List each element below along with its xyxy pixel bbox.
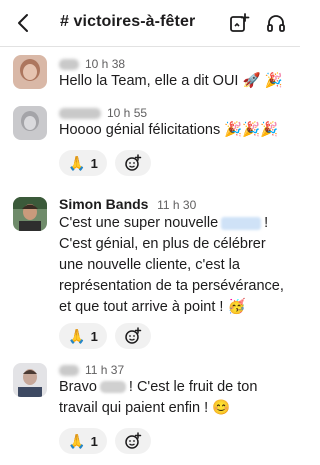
redacted-mention[interactable] [221, 216, 262, 230]
message-text-part: Bravo [59, 379, 97, 395]
avatar[interactable] [13, 55, 47, 89]
timestamp[interactable]: 11 h 37 [85, 363, 124, 377]
reaction-pill[interactable]: 🙏 1 [59, 150, 107, 176]
add-reaction-button[interactable] [115, 150, 151, 176]
reaction-count: 1 [90, 433, 98, 449]
pray-emoji: 🙏 [68, 327, 86, 344]
redacted-name [59, 59, 79, 71]
channel-header: # victoires-à-fêter [0, 0, 300, 47]
add-reaction-icon [125, 432, 142, 449]
message-text: Hello la Team, elle a dit OUI 🚀 🎉 [59, 73, 283, 89]
redacted-mention [99, 381, 126, 394]
channel-title[interactable]: # victoires-à-fêter [60, 13, 195, 31]
message-text-part: C'est une super nouvelle [59, 215, 219, 231]
new-canvas-icon[interactable] [228, 12, 250, 34]
sender-name[interactable]: Simon Bands [59, 196, 148, 212]
reaction-pill[interactable]: 🙏 1 [59, 428, 107, 454]
redacted-name [59, 365, 79, 377]
add-reaction-button[interactable] [115, 323, 151, 349]
headphones-icon[interactable] [265, 12, 287, 34]
add-reaction-button[interactable] [115, 428, 151, 454]
message-text: Bravo! C'est le fruit de ton travail qui… [59, 377, 291, 419]
timestamp[interactable]: 10 h 38 [85, 57, 125, 71]
avatar[interactable] [13, 363, 47, 397]
chevron-left-icon[interactable] [13, 11, 35, 35]
add-reaction-icon [125, 327, 142, 344]
timestamp[interactable]: 10 h 55 [107, 106, 147, 120]
avatar[interactable] [13, 106, 47, 140]
reaction-pill[interactable]: 🙏 1 [59, 323, 107, 349]
redacted-name [59, 108, 101, 120]
reaction-count: 1 [90, 328, 98, 344]
pray-emoji: 🙏 [68, 154, 86, 171]
timestamp[interactable]: 11 h 30 [157, 198, 196, 212]
avatar[interactable] [13, 197, 47, 231]
message-text: Hoooo génial félicitations 🎉🎉🎉 [59, 122, 279, 138]
message-text: C'est une super nouvelle! C'est génial, … [59, 213, 291, 318]
pray-emoji: 🙏 [68, 432, 86, 449]
add-reaction-icon [125, 154, 142, 171]
reaction-count: 1 [90, 155, 98, 171]
